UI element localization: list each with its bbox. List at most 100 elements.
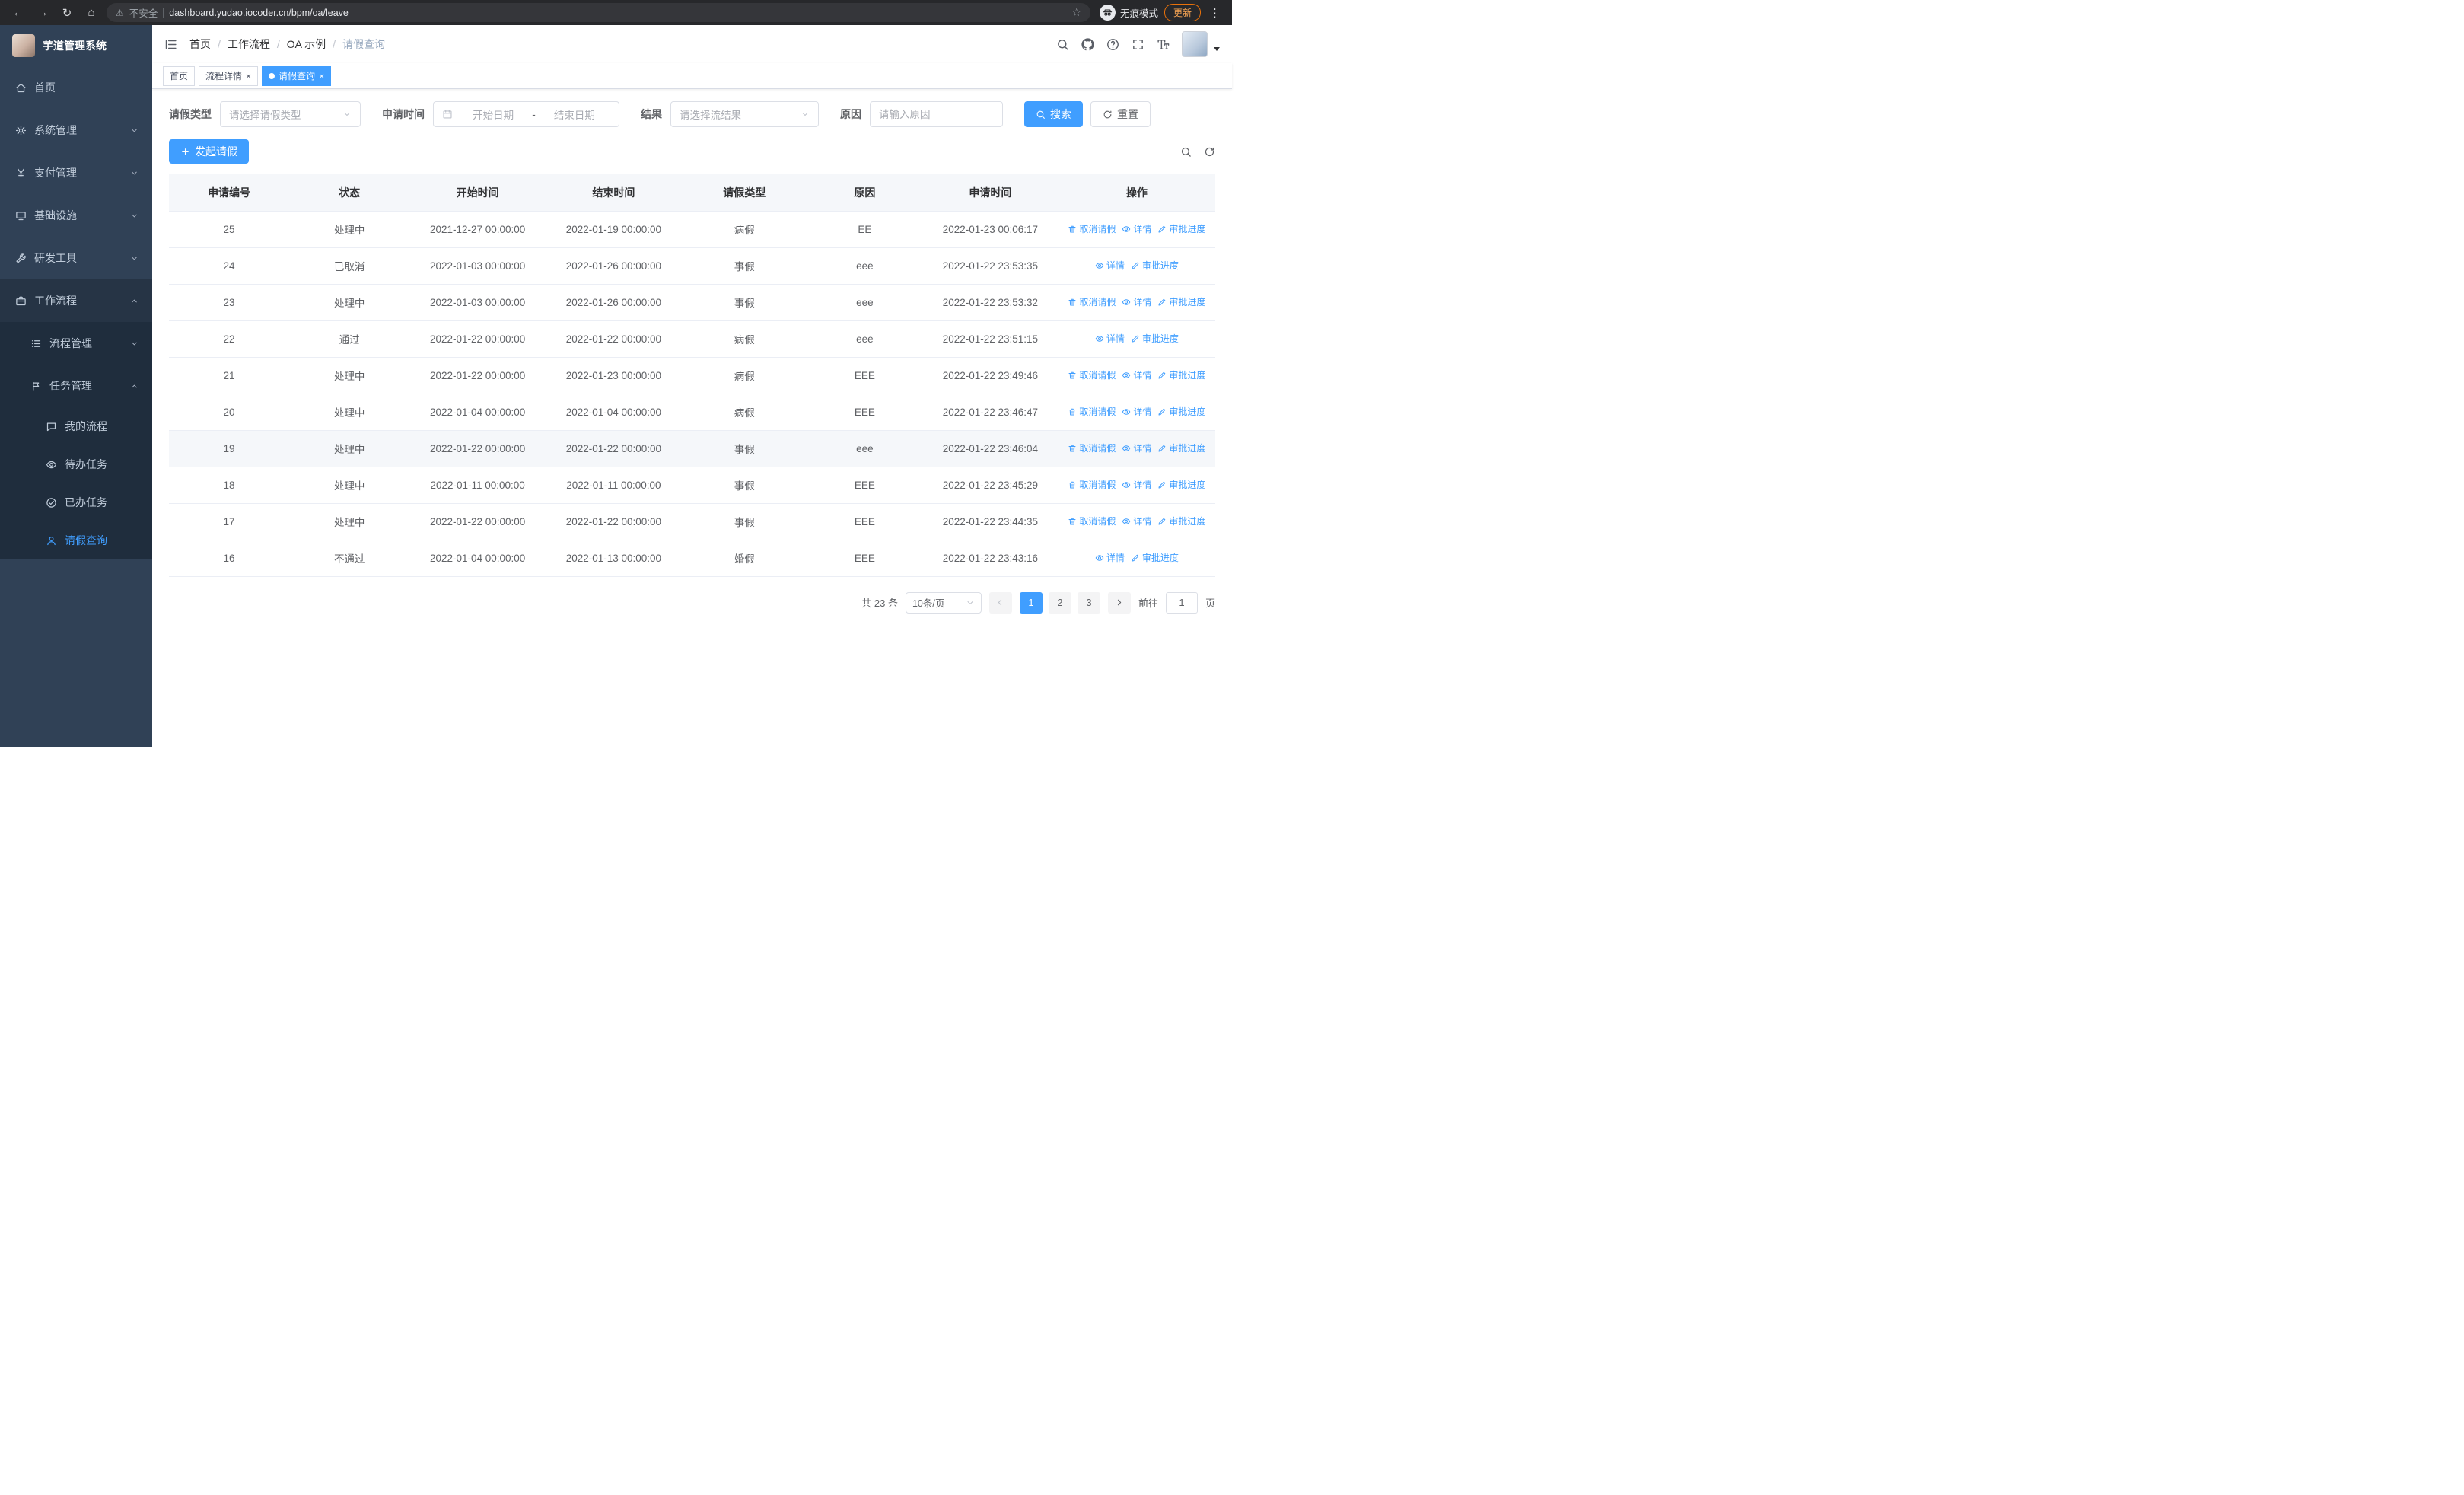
tab-process-detail[interactable]: 流程详情 × — [199, 65, 259, 86]
cancel-leave-link[interactable]: 取消请假 — [1068, 405, 1116, 418]
cell-type: 事假 — [681, 503, 807, 540]
cancel-leave-link[interactable]: 取消请假 — [1068, 515, 1116, 528]
browser-refresh-icon[interactable]: ↻ — [58, 4, 76, 22]
sidebar-item-my-process[interactable]: 我的流程 — [0, 407, 152, 445]
sidebar-item-todo-tasks[interactable]: 待办任务 — [0, 445, 152, 483]
detail-link[interactable]: 详情 — [1095, 332, 1125, 345]
page-button-2[interactable]: 2 — [1048, 591, 1071, 614]
progress-link[interactable]: 审批进度 — [1131, 332, 1179, 345]
font-size-icon[interactable] — [1157, 38, 1170, 51]
progress-link[interactable]: 审批进度 — [1131, 551, 1179, 564]
cancel-leave-link[interactable]: 取消请假 — [1068, 295, 1116, 308]
browser-update-button[interactable]: 更新 — [1164, 4, 1201, 21]
help-icon[interactable] — [1106, 38, 1119, 51]
leave-type-select[interactable]: 请选择请假类型 — [220, 101, 361, 127]
progress-link[interactable]: 审批进度 — [1157, 368, 1205, 381]
apply-time-range-picker[interactable]: 开始日期 - 结束日期 — [433, 101, 619, 127]
browser-home-icon[interactable]: ⌂ — [82, 4, 100, 22]
breadcrumb-item[interactable]: 工作流程 — [228, 37, 270, 52]
sidebar-item-label: 首页 — [34, 81, 56, 94]
detail-link[interactable]: 详情 — [1122, 295, 1151, 308]
bookmark-star-icon[interactable]: ☆ — [1071, 6, 1081, 19]
prev-page-button[interactable] — [988, 591, 1012, 614]
progress-link[interactable]: 审批进度 — [1157, 515, 1205, 528]
action-label: 取消请假 — [1079, 516, 1116, 528]
cancel-leave-link[interactable]: 取消请假 — [1068, 222, 1116, 235]
browser-forward-icon[interactable]: → — [33, 4, 52, 22]
cell-id: 16 — [169, 540, 290, 577]
detail-link[interactable]: 详情 — [1095, 551, 1125, 564]
tab-home[interactable]: 首页 — [163, 65, 196, 86]
cancel-leave-link[interactable]: 取消请假 — [1068, 478, 1116, 491]
table-row: 20 处理中 2022-01-04 00:00:00 2022-01-04 00:00… — [169, 394, 1215, 431]
goto-page-input[interactable] — [1165, 591, 1198, 614]
eye-icon — [1095, 553, 1104, 563]
breadcrumb-separator: / — [276, 38, 280, 50]
goto-suffix: 页 — [1205, 598, 1215, 609]
page-size-select[interactable]: 10条/页 — [905, 591, 982, 614]
breadcrumb-item[interactable]: 首页 — [189, 37, 211, 52]
tab-close-icon[interactable]: × — [319, 72, 324, 81]
tab-close-icon[interactable]: × — [246, 72, 251, 81]
page-button-1[interactable]: 1 — [1019, 591, 1043, 614]
sidebar-item-leave-query[interactable]: 请假查询 — [0, 521, 152, 559]
progress-link[interactable]: 审批进度 — [1157, 295, 1205, 308]
sidebar-item-infrastructure[interactable]: 基础设施 — [0, 194, 152, 237]
edit-icon — [1131, 334, 1140, 343]
table-search-icon[interactable] — [1180, 146, 1192, 158]
app-logo[interactable]: 芋道管理系统 — [0, 25, 152, 66]
breadcrumb-item[interactable]: OA 示例 — [287, 37, 326, 52]
progress-link[interactable]: 审批进度 — [1157, 478, 1205, 491]
sidebar-item-done-tasks[interactable]: 已办任务 — [0, 483, 152, 521]
check-circle-icon — [46, 497, 57, 508]
sidebar-item-home[interactable]: 首页 — [0, 66, 152, 109]
cancel-leave-link[interactable]: 取消请假 — [1068, 368, 1116, 381]
page-button-3[interactable]: 3 — [1077, 591, 1100, 614]
edit-icon — [1157, 371, 1167, 380]
next-page-button[interactable] — [1107, 591, 1131, 614]
cell-id: 24 — [169, 247, 290, 285]
progress-link[interactable]: 审批进度 — [1131, 259, 1179, 272]
address-bar[interactable]: ⚠ 不安全 dashboard.yudao.iocoder.cn/bpm/oa/… — [107, 3, 1090, 22]
sidebar-item-workflow[interactable]: 工作流程 — [0, 279, 152, 322]
table-refresh-icon[interactable] — [1204, 146, 1215, 158]
user-avatar[interactable] — [1182, 31, 1208, 57]
detail-link[interactable]: 详情 — [1122, 478, 1151, 491]
sidebar-item-system[interactable]: 系统管理 — [0, 109, 152, 151]
security-warning-icon: ⚠ — [116, 7, 124, 18]
progress-link[interactable]: 审批进度 — [1157, 441, 1205, 454]
search-button[interactable]: 搜索 — [1024, 101, 1083, 127]
sidebar-collapse-icon[interactable] — [164, 38, 177, 51]
detail-link[interactable]: 详情 — [1095, 259, 1125, 272]
url-text: dashboard.yudao.iocoder.cn/bpm/oa/leave — [169, 7, 349, 18]
progress-link[interactable]: 审批进度 — [1157, 222, 1205, 235]
progress-link[interactable]: 审批进度 — [1157, 405, 1205, 418]
sidebar-item-label: 请假查询 — [65, 534, 107, 547]
delete-icon — [1068, 444, 1077, 453]
detail-link[interactable]: 详情 — [1122, 441, 1151, 454]
detail-link[interactable]: 详情 — [1122, 515, 1151, 528]
plus-icon — [180, 147, 190, 157]
cancel-leave-link[interactable]: 取消请假 — [1068, 441, 1116, 454]
detail-link[interactable]: 详情 — [1122, 405, 1151, 418]
search-icon[interactable] — [1056, 38, 1069, 51]
incognito-badge: 无痕模式 — [1099, 5, 1158, 21]
edit-icon — [1157, 444, 1167, 453]
tab-leave-query[interactable]: 请假查询 × — [262, 65, 332, 86]
sidebar-item-payment[interactable]: 支付管理 — [0, 151, 152, 194]
reason-input[interactable] — [870, 101, 1003, 127]
sidebar-item-process-management[interactable]: 流程管理 — [0, 322, 152, 365]
detail-link[interactable]: 详情 — [1122, 222, 1151, 235]
create-leave-button[interactable]: 发起请假 — [169, 139, 249, 164]
sidebar-item-dev-tools[interactable]: 研发工具 — [0, 237, 152, 279]
result-select[interactable]: 请选择流结果 — [670, 101, 819, 127]
search-button-label: 搜索 — [1050, 108, 1071, 120]
action-label: 详情 — [1106, 260, 1125, 272]
fullscreen-icon[interactable] — [1132, 38, 1144, 51]
browser-back-icon[interactable]: ← — [9, 4, 27, 22]
sidebar-item-task-management[interactable]: 任务管理 — [0, 365, 152, 407]
detail-link[interactable]: 详情 — [1122, 368, 1151, 381]
browser-menu-icon[interactable]: ⋮ — [1207, 6, 1223, 20]
reset-button[interactable]: 重置 — [1090, 101, 1151, 127]
github-icon[interactable] — [1081, 37, 1094, 51]
